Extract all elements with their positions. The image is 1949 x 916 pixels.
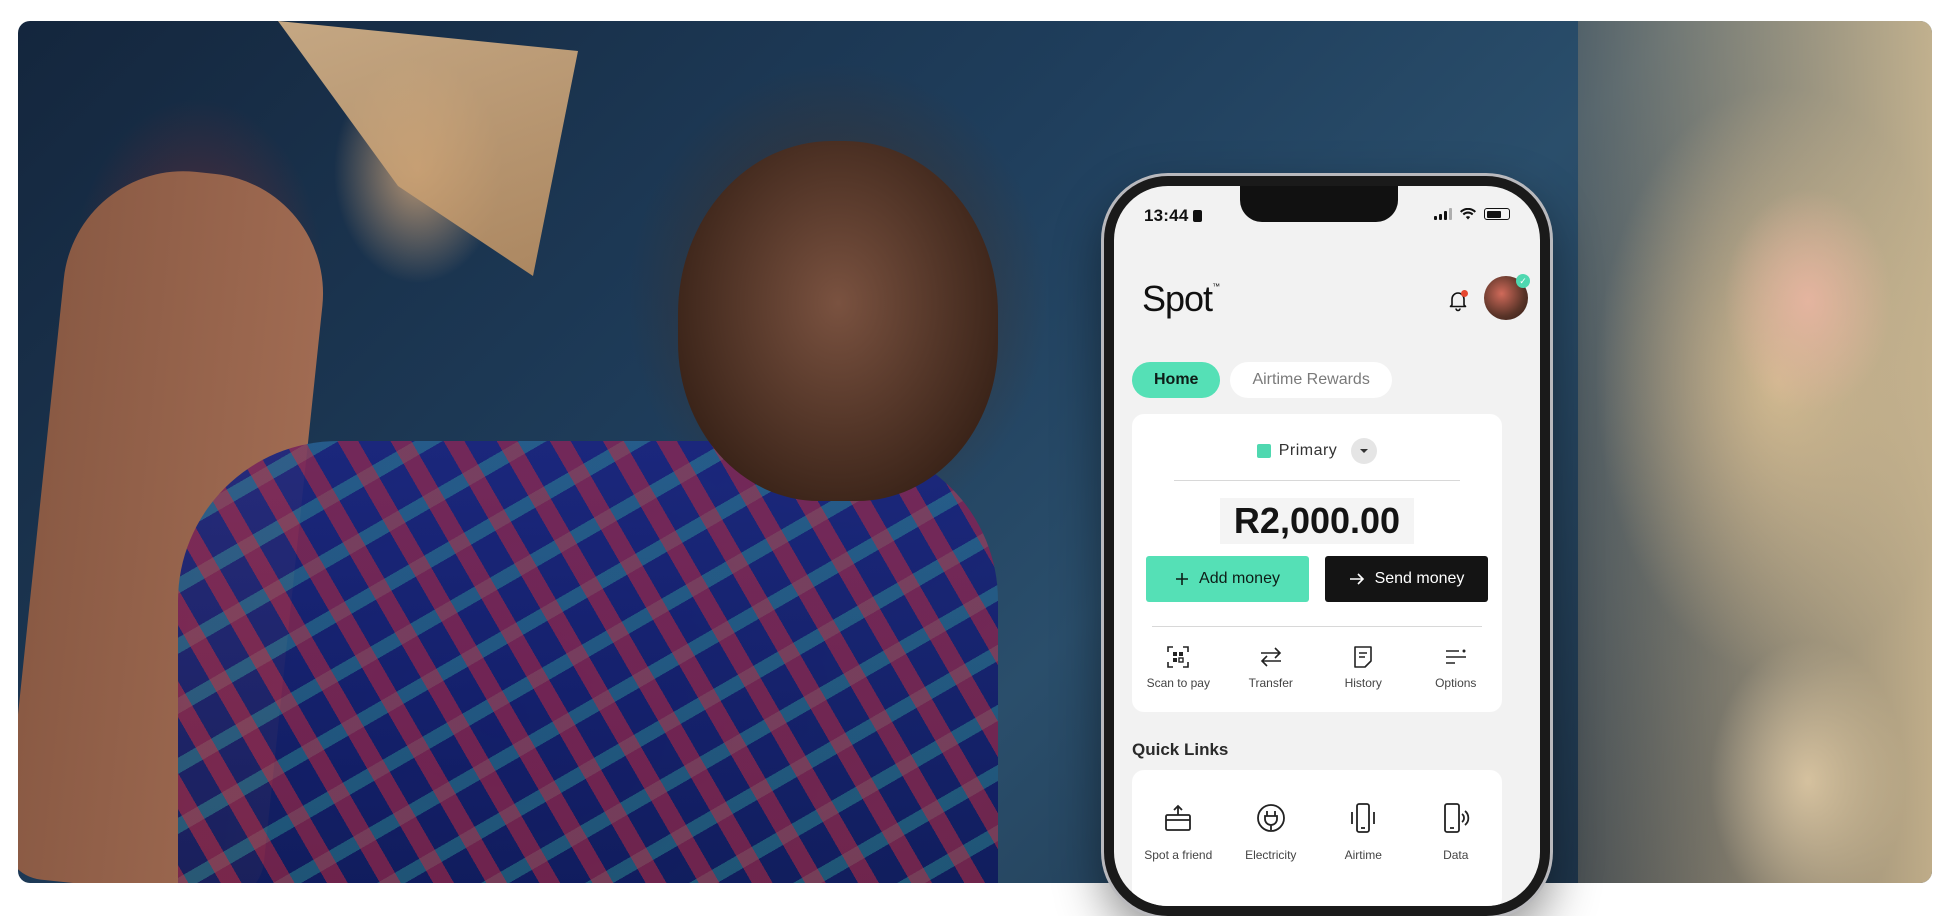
phone-signal-icon bbox=[1443, 803, 1469, 833]
add-money-label: Add money bbox=[1199, 570, 1280, 587]
quick-action-transfer[interactable]: Transfer bbox=[1225, 644, 1318, 690]
tab-bar: Home Airtime Rewards bbox=[1132, 362, 1392, 398]
quick-links-row: Spot a friend Electricity Airtime Data bbox=[1132, 800, 1502, 862]
battery-icon bbox=[1484, 208, 1510, 220]
quick-action-scan-to-pay[interactable]: Scan to pay bbox=[1132, 644, 1225, 690]
send-money-button[interactable]: Send money bbox=[1325, 556, 1488, 602]
quick-link-spot-a-friend[interactable]: Spot a friend bbox=[1132, 800, 1225, 862]
tab-home[interactable]: Home bbox=[1132, 362, 1221, 398]
photo-pizza bbox=[278, 21, 578, 276]
money-actions: Add money Send money bbox=[1146, 556, 1488, 602]
quick-link-airtime[interactable]: Airtime bbox=[1317, 800, 1410, 862]
account-selector[interactable]: Primary bbox=[1132, 438, 1502, 464]
history-icon bbox=[1354, 646, 1373, 668]
quick-link-label: Airtime bbox=[1344, 848, 1382, 862]
quick-actions: Scan to pay Transfer History Options bbox=[1132, 644, 1502, 690]
quick-links-title: Quick Links bbox=[1132, 740, 1229, 759]
signal-icon bbox=[1434, 208, 1452, 220]
arrow-right-icon bbox=[1349, 573, 1364, 585]
hero-photo bbox=[18, 21, 1932, 883]
quick-link-electricity[interactable]: Electricity bbox=[1225, 800, 1318, 862]
chevron-down-icon[interactable] bbox=[1351, 438, 1378, 464]
options-icon bbox=[1445, 649, 1466, 664]
quick-link-label: Electricity bbox=[1245, 848, 1297, 862]
scan-icon bbox=[1167, 646, 1190, 668]
status-icons bbox=[1434, 208, 1510, 220]
balance-card: Primary R2,000.00 Add money Send money S… bbox=[1132, 414, 1502, 712]
wifi-icon bbox=[1460, 208, 1476, 220]
account-color-swatch bbox=[1256, 444, 1271, 458]
photo-blurred-person bbox=[1578, 21, 1932, 883]
quick-link-data[interactable]: Data bbox=[1410, 800, 1503, 862]
status-bar: 13:44 bbox=[1114, 206, 1540, 230]
sim-icon bbox=[1193, 210, 1203, 222]
phone-screen: 13:44 Spot™ ✓ Home Airtime Rewards Prima… bbox=[1114, 186, 1540, 906]
status-time: 13:44 bbox=[1144, 206, 1203, 226]
quick-action-history[interactable]: History bbox=[1317, 644, 1410, 690]
phone-mockup: 13:44 Spot™ ✓ Home Airtime Rewards Prima… bbox=[1104, 176, 1550, 916]
quick-link-label: Spot a friend bbox=[1144, 848, 1213, 862]
photo-face bbox=[678, 141, 998, 501]
app-logo: Spot™ bbox=[1142, 278, 1220, 319]
tab-airtime-rewards[interactable]: Airtime Rewards bbox=[1230, 362, 1392, 398]
add-money-button[interactable]: Add money bbox=[1146, 556, 1309, 602]
notification-dot bbox=[1461, 290, 1468, 297]
send-money-label: Send money bbox=[1374, 570, 1465, 587]
transfer-icon bbox=[1260, 647, 1281, 667]
phone-vibrate-icon bbox=[1351, 803, 1376, 833]
divider bbox=[1152, 626, 1482, 627]
plug-icon bbox=[1256, 804, 1285, 832]
plus-icon bbox=[1176, 573, 1189, 585]
quick-action-options[interactable]: Options bbox=[1410, 644, 1503, 690]
quick-links-card: Spot a friend Electricity Airtime Data bbox=[1132, 770, 1502, 906]
account-name: Primary bbox=[1278, 442, 1338, 459]
quick-action-label: Scan to pay bbox=[1146, 676, 1210, 690]
gift-icon bbox=[1165, 804, 1192, 831]
verified-check-icon: ✓ bbox=[1516, 274, 1530, 288]
balance-amount: R2,000.00 bbox=[1132, 498, 1502, 544]
divider bbox=[1174, 480, 1460, 481]
quick-action-label: Transfer bbox=[1248, 676, 1293, 690]
quick-action-label: Options bbox=[1435, 676, 1477, 690]
quick-action-label: History bbox=[1344, 676, 1382, 690]
photo-shirt bbox=[178, 441, 998, 883]
quick-link-label: Data bbox=[1443, 848, 1469, 862]
